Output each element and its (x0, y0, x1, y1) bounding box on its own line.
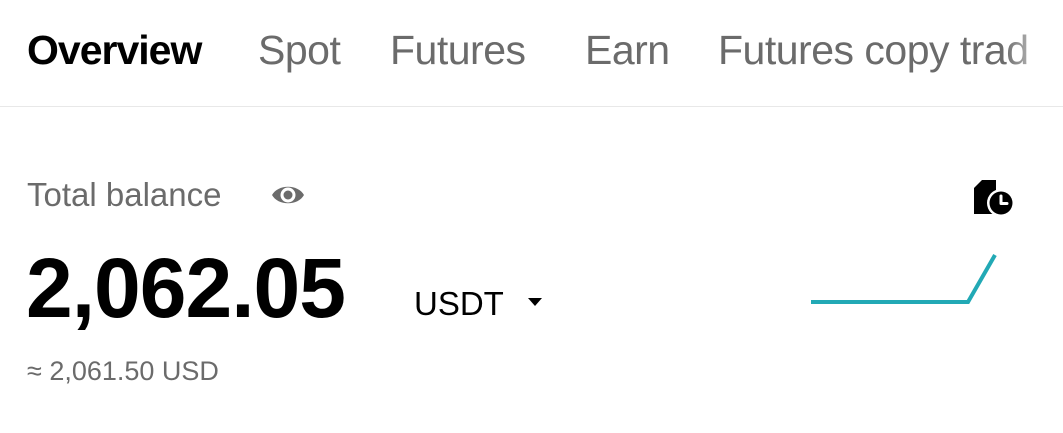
caret-down-icon (528, 298, 542, 306)
tab-futures[interactable]: Futures (390, 24, 526, 76)
tab-overview[interactable]: Overview (27, 24, 202, 76)
balance-sparkline (811, 254, 997, 304)
tab-earn[interactable]: Earn (585, 24, 670, 76)
wallet-overview-page: Overview Spot Futures Earn Futures copy … (0, 0, 1063, 433)
total-balance-label: Total balance (27, 176, 222, 213)
total-balance-amount: 2,062.05 (26, 241, 346, 335)
eye-icon[interactable] (270, 180, 306, 210)
currency-label: USDT (414, 285, 504, 322)
tab-spot[interactable]: Spot (258, 24, 341, 76)
tab-futures-copy-trading[interactable]: Futures copy trad (718, 24, 1029, 76)
tabs-fade-overlay (1003, 0, 1063, 106)
history-clock-icon[interactable] (970, 176, 1018, 220)
usd-equivalent: ≈ 2,061.50 USD (27, 356, 219, 386)
wallet-tabs: Overview Spot Futures Earn Futures copy … (0, 0, 1063, 107)
